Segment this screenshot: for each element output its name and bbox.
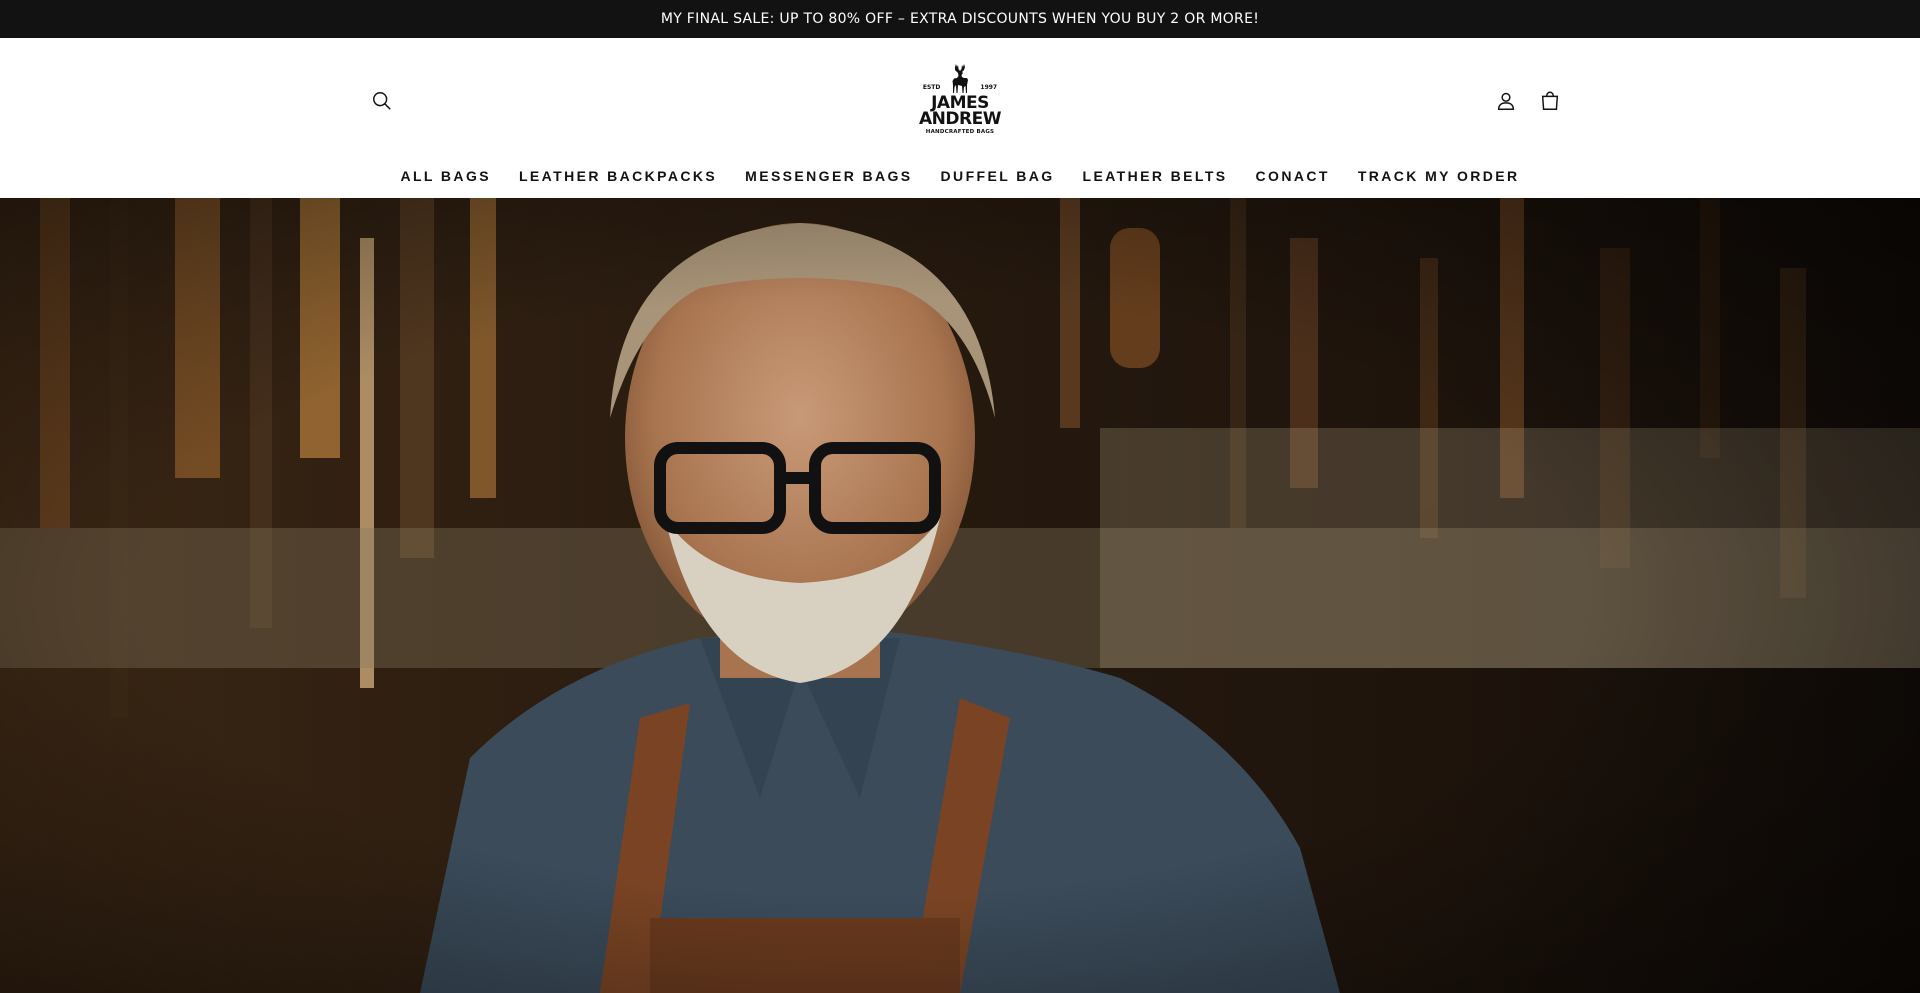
nav-item-duffel-bag[interactable]: DUFFEL BAG [927,168,1069,184]
nav-item-messenger-bags[interactable]: MESSENGER BAGS [731,168,926,184]
nav-item-all-bags[interactable]: ALL BAGS [386,168,505,184]
main-navigation: ALL BAGS LEATHER BACKPACKS MESSENGER BAG… [0,162,1920,190]
search-button[interactable] [364,83,400,119]
nav-item-track-order[interactable]: TRACK MY ORDER [1344,168,1534,184]
announcement-bar: MY FINAL SALE: UP TO 80% OFF – EXTRA DIS… [0,0,1920,38]
hero-banner [0,198,1920,993]
logo-line-2: ANDREW [919,109,1001,129]
search-icon [373,92,391,110]
brand-logo[interactable]: ESTD 1997 JAMES ANDREW HANDCRAFTED BAGS [915,63,1005,141]
cart-button[interactable] [1532,83,1568,119]
deer-icon [952,64,969,93]
account-button[interactable] [1488,83,1524,119]
site-header: ESTD 1997 JAMES ANDREW HANDCRAFTED BAGS … [0,38,1920,198]
logo-emblem: ESTD 1997 [923,63,997,95]
announcement-text: MY FINAL SALE: UP TO 80% OFF – EXTRA DIS… [660,11,1260,27]
nav-item-contact[interactable]: CONACT [1242,168,1344,184]
logo-year: 1997 [980,84,998,91]
cart-icon [1541,91,1559,110]
nav-item-leather-backpacks[interactable]: LEATHER BACKPACKS [505,168,731,184]
nav-item-leather-belts[interactable]: LEATHER BELTS [1069,168,1242,184]
logo-estd: ESTD [922,84,941,91]
logo-tagline: HANDCRAFTED BAGS [925,129,995,135]
user-icon [1497,92,1515,110]
hero-image [0,198,1920,993]
